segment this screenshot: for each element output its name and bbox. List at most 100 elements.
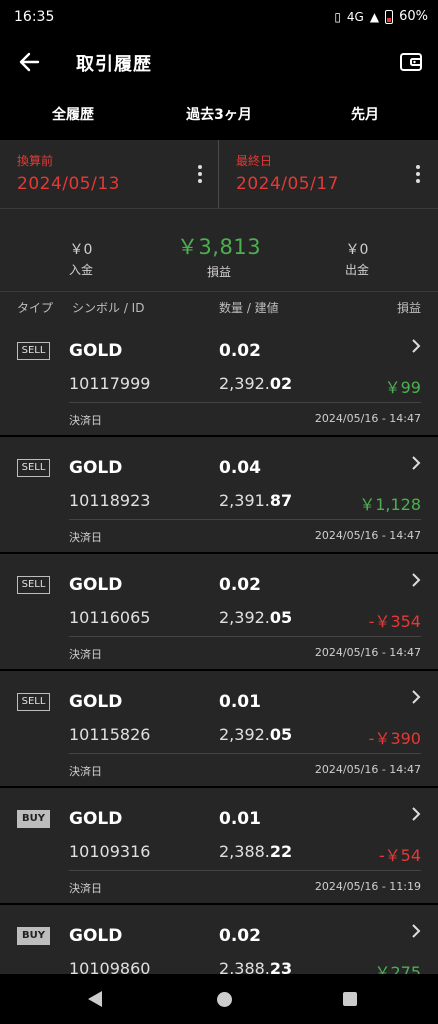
- trade-symbol: GOLD: [69, 575, 123, 595]
- row-divider: [69, 636, 421, 637]
- trade-symbol: GOLD: [69, 692, 123, 712]
- nav-back-icon[interactable]: [88, 991, 102, 1007]
- trade-row[interactable]: SELL GOLD 0.02 10117999 2,392.02 ￥99 決済日…: [0, 320, 438, 435]
- trade-symbol: GOLD: [69, 926, 123, 946]
- trade-price: 2,391.87: [219, 491, 293, 510]
- deposit-summary: ￥0 入金: [46, 239, 116, 278]
- trade-quantity: 0.04: [219, 458, 261, 478]
- chevron-right-icon: [412, 807, 421, 821]
- trade-type-badge: BUY: [17, 927, 50, 945]
- trade-row[interactable]: BUY GOLD 0.01 10109316 2,388.22 -￥54 決済日…: [0, 788, 438, 903]
- start-date-picker[interactable]: 換算前 2024/05/13: [17, 140, 217, 208]
- trade-row[interactable]: BUY GOLD 0.02 10109860 2,388.23 ￥275: [0, 905, 438, 974]
- column-type: タイプ: [17, 301, 54, 315]
- back-arrow-icon[interactable]: [16, 48, 44, 76]
- settlement-label: 決済日: [69, 531, 102, 544]
- date-range-bar: 換算前 2024/05/13 最終日 2024/05/17: [0, 140, 438, 209]
- chevron-right-icon: [412, 573, 421, 587]
- profit-label: 損益: [206, 265, 231, 279]
- trade-price: 2,392.05: [219, 725, 293, 744]
- tab-last-month[interactable]: 先月: [292, 90, 438, 140]
- trade-profit-loss: ￥1,128: [359, 495, 421, 514]
- settlement-date: 2024/05/16 - 14:47: [314, 529, 421, 542]
- end-date-value: 2024/05/17: [236, 174, 339, 194]
- trade-row[interactable]: SELL GOLD 0.02 10116065 2,392.05 -￥354 決…: [0, 554, 438, 669]
- trade-type-badge: BUY: [17, 810, 50, 828]
- trade-list[interactable]: SELL GOLD 0.02 10117999 2,392.02 ￥99 決済日…: [0, 320, 438, 974]
- trade-row[interactable]: SELL GOLD 0.01 10115826 2,392.05 -￥390 決…: [0, 671, 438, 786]
- trade-quantity: 0.01: [219, 809, 261, 829]
- row-divider: [69, 402, 421, 403]
- more-vert-icon[interactable]: [192, 162, 208, 186]
- chevron-right-icon: [412, 339, 421, 353]
- wallet-icon[interactable]: [398, 49, 424, 75]
- system-nav-bar: [0, 974, 438, 1024]
- trade-price: 2,392.05: [219, 608, 293, 627]
- deposit-label: 入金: [68, 263, 93, 277]
- trade-profit-loss: -￥354: [368, 612, 421, 631]
- trade-quantity: 0.02: [219, 575, 261, 595]
- start-date-value: 2024/05/13: [17, 174, 120, 194]
- vibrate-icon: ▯: [334, 9, 341, 24]
- column-symbol: シンボル / ID: [72, 301, 145, 315]
- period-tabs: 全履歴 過去3ヶ月 先月: [0, 90, 438, 140]
- tab-past-3-months[interactable]: 過去3ヶ月: [146, 90, 292, 140]
- summary-panel: ￥0 入金 ￥3,813 損益 ￥0 出金: [0, 209, 438, 291]
- nav-recents-icon[interactable]: [343, 992, 357, 1006]
- trade-row[interactable]: SELL GOLD 0.04 10118923 2,391.87 ￥1,128 …: [0, 437, 438, 552]
- trade-price: 2,388.23: [219, 959, 293, 974]
- trade-price: 2,392.02: [219, 374, 293, 393]
- settlement-label: 決済日: [69, 765, 102, 778]
- status-icons: ▯ 4G ▲ 60%: [334, 9, 428, 24]
- trade-quantity: 0.01: [219, 692, 261, 712]
- trade-type-badge: SELL: [17, 342, 50, 360]
- app-bar: 取引履歴: [0, 34, 438, 90]
- date-divider: [218, 140, 219, 208]
- column-qty: 数量 / 建値: [219, 301, 279, 315]
- row-divider: [69, 753, 421, 754]
- chevron-right-icon: [412, 456, 421, 470]
- row-divider: [69, 519, 421, 520]
- trade-type-badge: SELL: [17, 693, 50, 711]
- start-date-label: 換算前: [17, 154, 54, 168]
- settlement-label: 決済日: [69, 648, 102, 661]
- battery-percent: 60%: [399, 9, 428, 24]
- trade-profit-loss: -￥54: [378, 846, 421, 865]
- trade-quantity: 0.02: [219, 926, 261, 946]
- tab-all-history[interactable]: 全履歴: [0, 90, 146, 140]
- trade-id: 10118923: [69, 491, 151, 510]
- settlement-date: 2024/05/16 - 14:47: [314, 646, 421, 659]
- chevron-right-icon: [412, 924, 421, 938]
- trade-id: 10109860: [69, 959, 151, 974]
- column-header: タイプ シンボル / ID 数量 / 建値 損益: [0, 291, 438, 320]
- end-date-label: 最終日: [236, 154, 273, 168]
- trade-profit-loss: -￥390: [368, 729, 421, 748]
- trade-symbol: GOLD: [69, 809, 123, 829]
- battery-icon: [385, 9, 394, 24]
- settlement-date: 2024/05/16 - 14:47: [314, 763, 421, 776]
- trade-symbol: GOLD: [69, 341, 123, 361]
- trade-quantity: 0.02: [219, 341, 261, 361]
- settlement-date: 2024/05/16 - 11:19: [314, 880, 421, 893]
- settlement-label: 決済日: [69, 882, 102, 895]
- trade-symbol: GOLD: [69, 458, 123, 478]
- status-bar: 16:35 ▯ 4G ▲ 60%: [0, 0, 438, 34]
- chevron-right-icon: [412, 690, 421, 704]
- nav-home-icon[interactable]: [217, 992, 232, 1007]
- end-date-picker[interactable]: 最終日 2024/05/17: [236, 140, 432, 208]
- withdrawal-label: 出金: [344, 263, 369, 277]
- profit-amount: ￥3,813: [176, 235, 262, 259]
- settlement-label: 決済日: [69, 414, 102, 427]
- trade-id: 10109316: [69, 842, 151, 861]
- deposit-amount: ￥0: [69, 242, 93, 258]
- trade-profit-loss: ￥275: [374, 963, 421, 974]
- withdrawal-summary: ￥0 出金: [322, 239, 392, 278]
- withdrawal-amount: ￥0: [345, 242, 369, 258]
- more-vert-icon[interactable]: [410, 162, 426, 186]
- trade-type-badge: SELL: [17, 459, 50, 477]
- trade-profit-loss: ￥99: [384, 378, 421, 397]
- row-divider: [69, 870, 421, 871]
- settlement-date: 2024/05/16 - 14:47: [314, 412, 421, 425]
- trade-id: 10116065: [69, 608, 151, 627]
- signal-icon: ▲: [369, 9, 380, 24]
